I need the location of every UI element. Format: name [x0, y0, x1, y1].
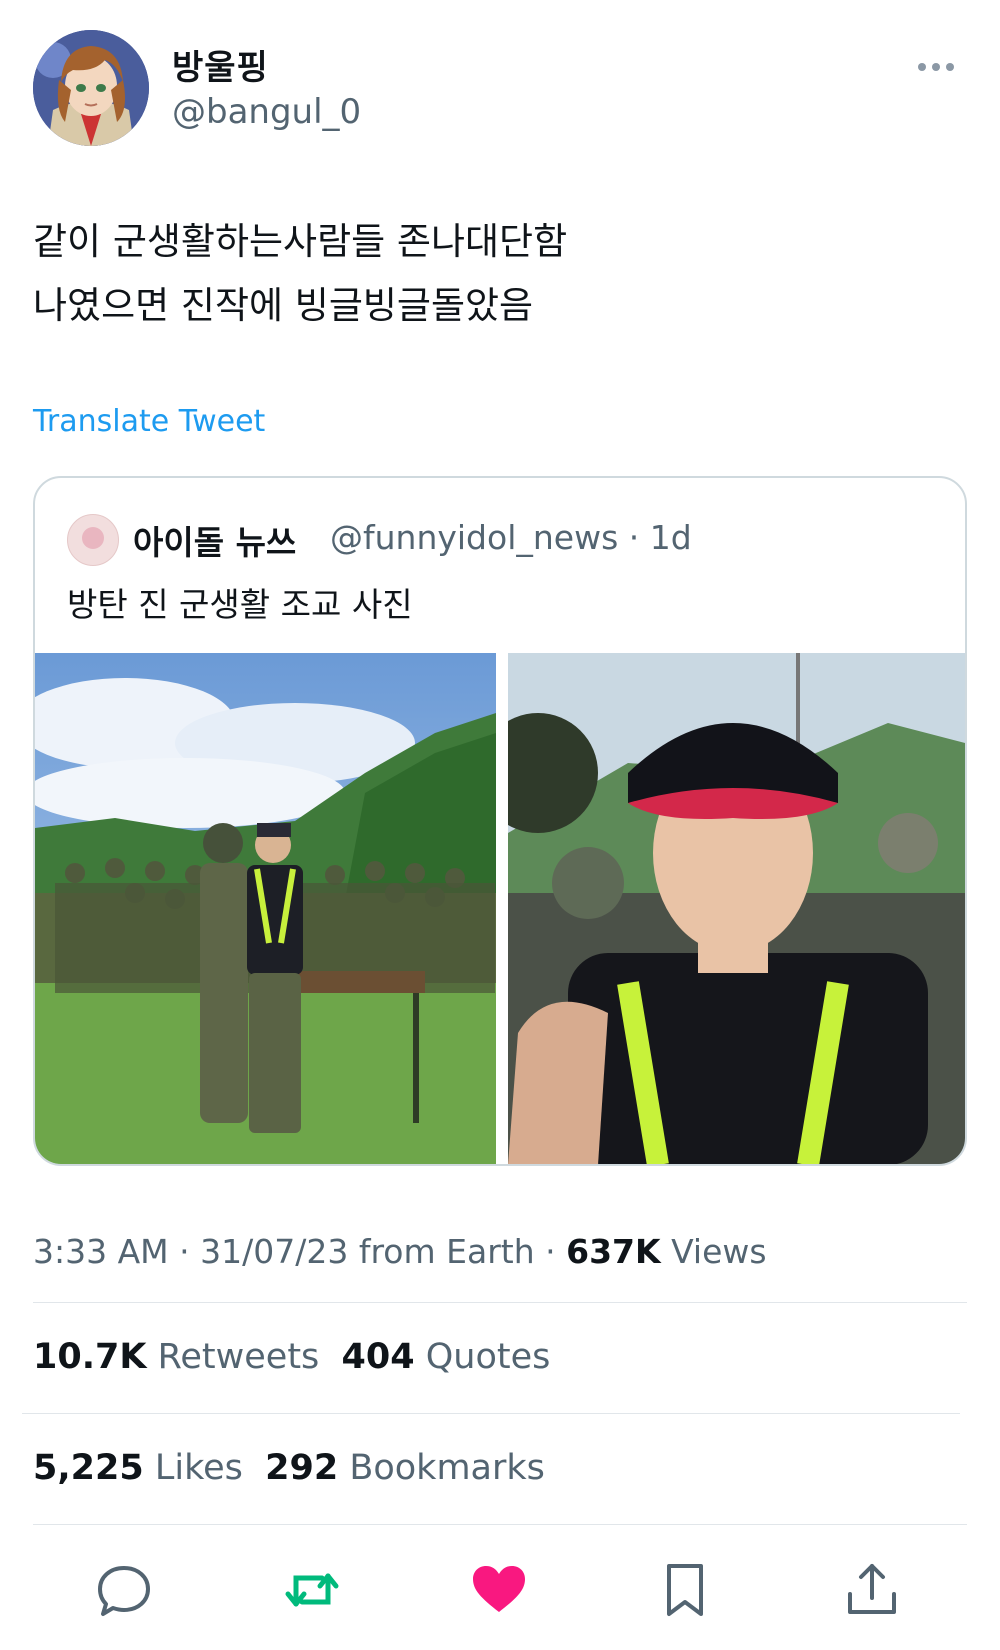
media-photo-group[interactable]: [35, 653, 496, 1164]
more-icon[interactable]: [918, 56, 964, 71]
like-icon[interactable]: [469, 1560, 529, 1620]
likes-stat[interactable]: 5,225 Likes: [33, 1448, 243, 1488]
retweet-quote-stats: 10.7K Retweets 404 Quotes: [33, 1337, 550, 1377]
likes-label: Likes: [154, 1448, 243, 1488]
quoted-author-avatar: [67, 514, 119, 566]
bookmarks-stat[interactable]: 292 Bookmarks: [265, 1448, 545, 1488]
quotes-count: 404: [341, 1337, 415, 1377]
author-handle[interactable]: @bangul_0: [172, 92, 361, 132]
author-avatar[interactable]: [33, 30, 149, 146]
quotes-label: Quotes: [425, 1337, 551, 1377]
divider: [22, 1413, 960, 1414]
quoted-tweet-time: · 1d: [628, 518, 692, 557]
bookmarks-label: Bookmarks: [349, 1448, 545, 1488]
quotes-stat[interactable]: 404 Quotes: [342, 1337, 551, 1377]
bookmarks-count: 292: [265, 1448, 339, 1488]
author-display-name[interactable]: 방울핑: [172, 40, 269, 89]
retweet-icon[interactable]: [282, 1560, 342, 1620]
retweets-label: Retweets: [157, 1337, 320, 1377]
quoted-author-handle-time: @funnyidol_news · 1d: [330, 518, 692, 557]
divider: [33, 1524, 967, 1525]
tweet-time[interactable]: 3:33 AM: [33, 1232, 169, 1271]
tweet-date[interactable]: · 31/07/23 from Earth ·: [179, 1232, 555, 1271]
quoted-author-display-name: 아이돌 뉴쓰: [133, 523, 297, 562]
translate-tweet-link[interactable]: Translate Tweet: [33, 404, 265, 439]
divider: [33, 1302, 967, 1303]
media-photo-portrait[interactable]: [508, 653, 965, 1164]
views-count: 637K: [566, 1232, 661, 1271]
retweets-count: 10.7K: [33, 1337, 147, 1377]
tweet-meta: 3:33 AM · 31/07/23 from Earth · 637K Vie…: [33, 1232, 767, 1271]
views-label: Views: [671, 1232, 767, 1271]
like-bookmark-stats: 5,225 Likes 292 Bookmarks: [33, 1448, 545, 1488]
quoted-tweet-media: [35, 653, 965, 1164]
quoted-tweet-text: 방탄 진 군생활 조교 사진: [67, 585, 413, 624]
share-icon[interactable]: [842, 1560, 902, 1620]
quoted-tweet-card[interactable]: 아이돌 뉴쓰 @funnyidol_news · 1d 방탄 진 군생활 조교 …: [33, 476, 967, 1166]
quoted-author-handle: @funnyidol_news: [330, 518, 619, 557]
reply-icon[interactable]: [94, 1560, 154, 1620]
likes-count: 5,225: [33, 1448, 144, 1488]
bookmark-icon[interactable]: [655, 1560, 715, 1620]
retweets-stat[interactable]: 10.7K Retweets: [33, 1337, 319, 1377]
tweet-text: 같이 군생활하는사람들 존나대단함 나였으면 진작에 빙글빙글돌았음: [33, 220, 568, 327]
